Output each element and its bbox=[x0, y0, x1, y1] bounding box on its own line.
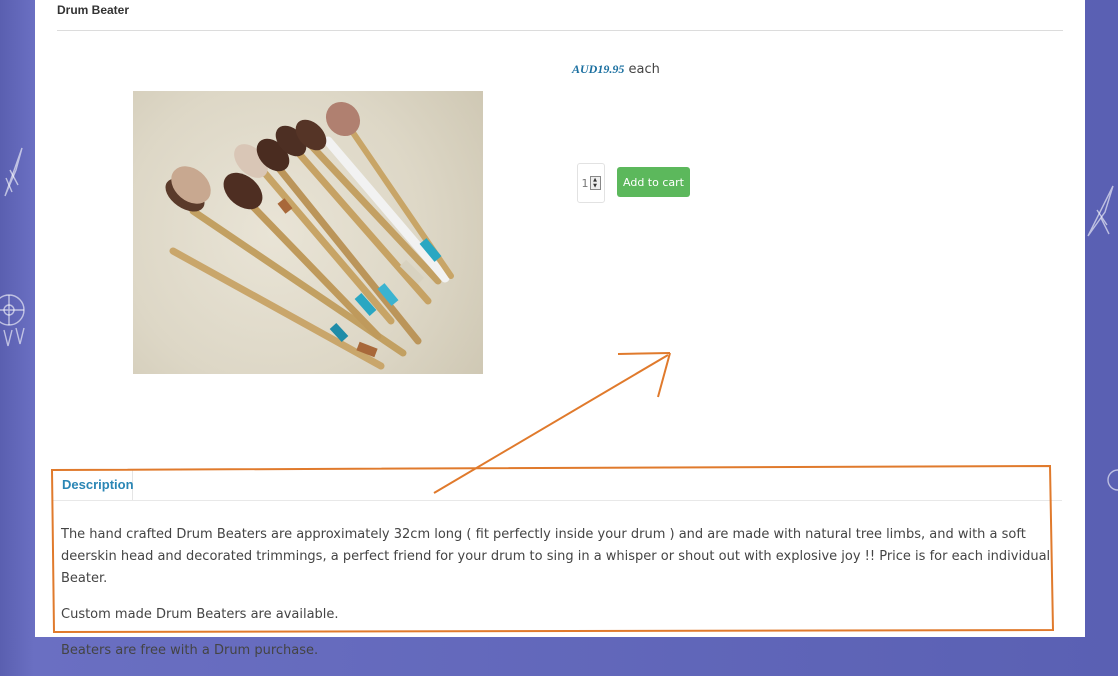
feather-icon bbox=[4, 147, 23, 197]
title-divider bbox=[57, 30, 1063, 31]
quantity-stepper[interactable]: 1 ▲ ▼ bbox=[577, 163, 605, 203]
dreamcatcher-icon bbox=[0, 294, 25, 347]
price-amount: AUD19.95 bbox=[572, 62, 625, 76]
product-panel: Drum Beater AUD19.95 each 1 ▲ ▼ Add to c… bbox=[35, 0, 1085, 658]
tab-divider bbox=[52, 500, 1062, 501]
tab-description-label: Description bbox=[62, 477, 134, 492]
left-decoration bbox=[0, 147, 25, 347]
price-unit: each bbox=[628, 62, 660, 77]
page-title: Drum Beater bbox=[57, 3, 130, 17]
quantity-value: 1 bbox=[581, 176, 589, 190]
feather-icon bbox=[1087, 185, 1114, 237]
partial-circle-decoration bbox=[1107, 469, 1118, 491]
tab-description[interactable]: Description bbox=[52, 470, 134, 500]
description-paragraph: Custom made Drum Beaters are available. bbox=[61, 607, 339, 622]
drum-beaters-photo bbox=[165, 101, 454, 370]
right-decoration bbox=[1087, 185, 1118, 491]
description-paragraph: Beaters are free with a Drum purchase. bbox=[61, 643, 319, 658]
price-line: AUD19.95 each bbox=[572, 62, 660, 77]
description-body: The hand crafted Drum Beaters are approx… bbox=[61, 524, 1051, 676]
add-to-cart-button[interactable]: Add to cart bbox=[617, 167, 690, 197]
description-paragraph: The hand crafted Drum Beaters are approx… bbox=[61, 527, 1051, 586]
product-image bbox=[133, 91, 483, 374]
spinner-arrows-icon[interactable]: ▲ ▼ bbox=[589, 176, 601, 190]
